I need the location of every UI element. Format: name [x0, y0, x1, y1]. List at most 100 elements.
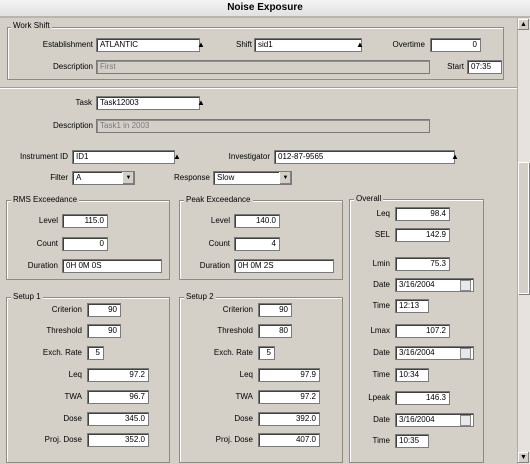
overall-lmax-label: Lmax — [370, 326, 390, 335]
setup2-threshold-field[interactable]: 80 — [258, 324, 292, 338]
response-value: Slow — [217, 173, 235, 182]
setup2-criterion-field[interactable]: 90 — [258, 303, 292, 317]
rms-count-label: Count — [36, 239, 58, 248]
setup1-criterion-field[interactable]: 90 — [87, 303, 121, 317]
peak-duration-field[interactable]: 0H 0M 2S — [234, 259, 334, 273]
setup1-threshold-label: Threshold — [46, 326, 82, 335]
rms-duration-field[interactable]: 0H 0M 0S — [62, 259, 162, 273]
establishment-field[interactable]: ATLANTIC — [96, 38, 200, 52]
overall-lmin-label: Lmin — [372, 259, 390, 268]
overall-sel-field[interactable]: 142.9 — [395, 228, 450, 242]
start-label: Start — [447, 62, 464, 71]
rms-count-field[interactable]: 0 — [62, 237, 108, 251]
shift-label: Shift — [235, 40, 252, 49]
overall-time3-label: Time — [372, 436, 390, 445]
window-title: Noise Exposure — [0, 0, 530, 17]
overall-date3-value: 3/16/2004 — [399, 415, 435, 424]
filter-dropdown-arrow-icon[interactable]: ▼ — [122, 172, 134, 184]
setup1-proj-dose-label: Proj. Dose — [44, 435, 82, 444]
setup2-proj-dose-field[interactable]: 407.0 — [258, 433, 320, 447]
overall-lpeak-label: Lpeak — [368, 393, 390, 402]
instrument-id-label: Instrument ID — [19, 152, 68, 161]
investigator-label: Investigator — [228, 152, 270, 161]
filter-label: Filter — [50, 173, 68, 182]
task-description-label: Description — [52, 121, 93, 130]
overall-date3-label: Date — [373, 415, 390, 424]
setup1-twa-field[interactable]: 96.7 — [87, 390, 149, 404]
setup1-twa-label: TWA — [64, 392, 82, 401]
scroll-down-icon[interactable]: ▼ — [518, 452, 529, 463]
work-shift-legend: Work Shift — [11, 21, 52, 31]
setup2-criterion-label: Criterion — [222, 305, 253, 314]
rms-duration-label: Duration — [27, 261, 58, 270]
setup2-twa-label: TWA — [235, 392, 253, 401]
setup1-exch-rate-field[interactable]: 5 — [87, 346, 104, 360]
setup1-exch-rate-label: Exch. Rate — [42, 348, 82, 357]
overall-time2-field[interactable]: 10:34 — [395, 368, 429, 382]
scroll-up-icon[interactable]: ▲ — [518, 19, 529, 30]
overall-lmax-field[interactable]: 107.2 — [395, 324, 450, 338]
setup2-twa-field[interactable]: 97.2 — [258, 390, 320, 404]
setup2-dose-label: Dose — [234, 414, 253, 423]
start-field[interactable]: 07:35 — [467, 60, 502, 74]
overall-date2-field[interactable]: 3/16/2004 — [395, 346, 474, 360]
date2-calendar-icon[interactable] — [460, 348, 471, 359]
title-divider — [0, 16, 530, 18]
response-dropdown-arrow-icon[interactable]: ▼ — [279, 172, 291, 184]
task-lookup-icon[interactable]: ▲ — [196, 98, 206, 108]
overall-date1-value: 3/16/2004 — [399, 280, 435, 289]
setup2-leq-field[interactable]: 97.9 — [258, 368, 320, 382]
shift-lookup-icon[interactable]: ▲ — [355, 40, 365, 50]
overtime-label: Overtime — [392, 40, 425, 49]
overall-lmin-field[interactable]: 75.3 — [395, 257, 450, 271]
overtime-field[interactable]: 0 — [430, 38, 481, 52]
overall-date2-value: 3/16/2004 — [399, 348, 435, 357]
setup2-exch-rate-field[interactable]: 5 — [258, 346, 275, 360]
filter-dropdown[interactable]: A ▼ — [72, 171, 135, 185]
overall-time3-field[interactable]: 10:35 — [395, 434, 429, 448]
setup1-leq-field[interactable]: 97.2 — [87, 368, 149, 382]
setup2-threshold-label: Threshold — [217, 326, 253, 335]
instrument-lookup-icon[interactable]: ▲ — [172, 152, 182, 162]
date1-calendar-icon[interactable] — [460, 280, 471, 291]
overall-date1-field[interactable]: 3/16/2004 — [395, 278, 474, 292]
rms-level-label: Level — [38, 216, 58, 225]
investigator-field[interactable]: 012-87-9565 — [274, 150, 455, 164]
response-dropdown[interactable]: Slow ▼ — [213, 171, 292, 185]
overall-time1-label: Time — [372, 301, 390, 310]
investigator-lookup-icon[interactable]: ▲ — [450, 152, 460, 162]
setup1-proj-dose-field[interactable]: 352.0 — [87, 433, 149, 447]
overall-leq-field[interactable]: 98.4 — [395, 207, 450, 221]
establishment-lookup-icon[interactable]: ▲ — [196, 40, 206, 50]
shift-field[interactable]: sid1 — [254, 38, 362, 52]
peak-level-field[interactable]: 140.0 — [234, 214, 280, 228]
overall-time2-label: Time — [372, 370, 390, 379]
setup2-dose-field[interactable]: 392.0 — [258, 412, 320, 426]
setup-2-legend: Setup 2 — [184, 292, 216, 302]
rms-exceedance-legend: RMS Exceedance — [11, 195, 80, 205]
setup1-dose-label: Dose — [63, 414, 82, 423]
task-field[interactable]: Task12003 — [96, 96, 200, 110]
peak-count-label: Count — [208, 239, 230, 248]
setup1-threshold-field[interactable]: 90 — [87, 324, 121, 338]
peak-count-field[interactable]: 4 — [234, 237, 280, 251]
instrument-id-field[interactable]: ID1 — [72, 150, 175, 164]
task-label: Task — [75, 98, 92, 107]
setup1-leq-label: Leq — [68, 370, 82, 379]
overall-lpeak-field[interactable]: 146.3 — [395, 391, 450, 405]
setup2-proj-dose-label: Proj. Dose — [215, 435, 253, 444]
work-shift-description-label: Description — [52, 62, 93, 71]
section-divider — [0, 87, 517, 89]
scrollbar-thumb[interactable] — [518, 162, 529, 294]
setup-1-legend: Setup 1 — [11, 292, 43, 302]
setup1-dose-field[interactable]: 345.0 — [87, 412, 149, 426]
setup2-leq-label: Leq — [239, 370, 253, 379]
peak-duration-label: Duration — [199, 261, 230, 270]
overall-date3-field[interactable]: 3/16/2004 — [395, 413, 474, 427]
rms-level-field[interactable]: 115.0 — [62, 214, 108, 228]
establishment-label: Establishment — [42, 40, 93, 49]
overall-date1-label: Date — [373, 280, 390, 289]
overall-time1-field[interactable]: 12:13 — [395, 299, 429, 313]
date3-calendar-icon[interactable] — [460, 415, 471, 426]
task-description-field: Task1 in 2003 — [96, 119, 430, 133]
